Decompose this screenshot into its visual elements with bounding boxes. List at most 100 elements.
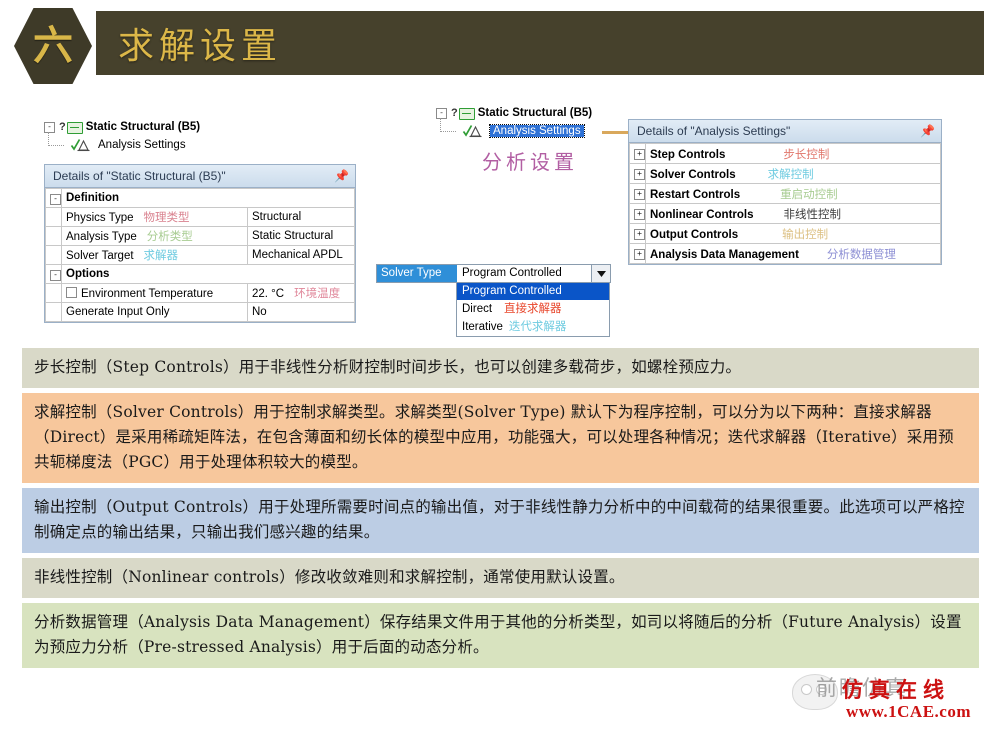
table-row[interactable]: - Options xyxy=(45,264,355,284)
collapse-icon[interactable]: - xyxy=(50,193,61,205)
setting-row-nonlinear-controls[interactable]: Nonlinear Controls 非线性控制 xyxy=(645,203,941,224)
setting-row-analysis-data-management[interactable]: Analysis Data Management 分析数据管理 xyxy=(645,243,941,264)
property-value-cell[interactable]: Structural xyxy=(247,207,355,227)
property-value: 22. °C xyxy=(252,288,285,300)
table-row[interactable]: + Solver Controls 求解控制 xyxy=(629,163,941,184)
property-value-cell[interactable]: Static Structural xyxy=(247,226,355,246)
notes-container: 步长控制（Step Controls）用于非线性分析财控制时间步长，也可以创建多… xyxy=(22,348,979,673)
property-annotation: 环境温度 xyxy=(294,288,341,300)
property-name-cell: Physics Type 物理类型 xyxy=(61,207,248,227)
dropdown-option-annotation: 直接求解器 xyxy=(504,303,562,315)
setting-annotation: 输出控制 xyxy=(782,228,829,241)
mascot-icon xyxy=(792,674,838,710)
tree-node-static-structural[interactable]: - ? Static Structural (B5) xyxy=(436,104,592,122)
row-expander-cell[interactable]: + xyxy=(629,163,646,184)
row-spacer xyxy=(45,207,62,227)
question-mark-icon: ? xyxy=(451,107,458,119)
property-annotation: 物理类型 xyxy=(143,212,190,224)
table-row[interactable]: + Nonlinear Controls 非线性控制 xyxy=(629,203,941,224)
output-controls-note: 输出控制（Output Controls）用于处理所需要时间点的输出值，对于非线… xyxy=(22,488,979,553)
row-spacer xyxy=(45,302,62,322)
tree-expander-icon[interactable]: - xyxy=(436,107,447,119)
table-row[interactable]: Environment Temperature 22. °C 环境温度 xyxy=(45,283,355,303)
chevron-down-icon[interactable] xyxy=(591,265,610,282)
property-name-cell: Environment Temperature xyxy=(61,283,248,303)
dropdown-option-direct[interactable]: Direct 直接求解器 xyxy=(457,300,609,318)
dropdown-option-label: Iterative xyxy=(462,321,503,333)
setting-label: Analysis Data Management xyxy=(650,248,799,261)
property-value-cell[interactable]: 22. °C 环境温度 xyxy=(247,283,355,303)
table-row[interactable]: Generate Input Only No xyxy=(45,302,355,322)
table-row[interactable]: + Step Controls 步长控制 xyxy=(629,143,941,164)
watermark: 前瞻仿真 仿真在线 www.1CAE.com xyxy=(786,666,996,728)
property-value-cell[interactable]: No xyxy=(247,302,355,322)
page-title: 求解设置 xyxy=(118,26,283,67)
setting-annotation: 非线性控制 xyxy=(783,208,842,221)
expand-icon[interactable]: + xyxy=(634,169,645,180)
dropdown-option-program-controlled[interactable]: Program Controlled xyxy=(457,283,609,300)
table-row[interactable]: Analysis Type 分析类型 Static Structural xyxy=(45,226,355,246)
table-row[interactable]: - Definition xyxy=(45,188,355,208)
pushpin-icon[interactable]: 📌 xyxy=(920,124,935,138)
setting-row-solver-controls[interactable]: Solver Controls 求解控制 xyxy=(645,163,941,184)
tree-node-static-structural[interactable]: - ? Static Structural (B5) xyxy=(44,118,200,136)
section-number-badge: 六 xyxy=(14,8,92,84)
table-row[interactable]: + Restart Controls 重启动控制 xyxy=(629,183,941,204)
row-expander-cell[interactable]: + xyxy=(629,223,646,244)
folder-icon xyxy=(458,107,475,120)
solver-type-control: Solver Type Program Controlled Program C… xyxy=(376,264,611,337)
table-row[interactable]: + Analysis Data Management 分析数据管理 xyxy=(629,243,941,264)
setting-annotation: 步长控制 xyxy=(783,148,830,161)
table-row[interactable]: Solver Target 求解器 Mechanical APDL xyxy=(45,245,355,265)
row-spacer xyxy=(45,283,62,303)
setting-row-restart-controls[interactable]: Restart Controls 重启动控制 xyxy=(645,183,941,204)
nonlinear-controls-note: 非线性控制（Nonlinear controls）修改收敛难则和求解控制，通常使… xyxy=(22,558,979,598)
watermark-url: www.1CAE.com xyxy=(846,702,971,721)
solver-controls-note: 求解控制（Solver Controls）用于控制求解类型。求解类型(Solve… xyxy=(22,393,979,483)
folder-icon xyxy=(66,121,83,134)
collapse-icon[interactable]: - xyxy=(50,269,61,281)
row-expander-cell[interactable]: - xyxy=(45,264,62,284)
row-expander-cell[interactable]: + xyxy=(629,243,646,264)
tree-node-label: Static Structural (B5) xyxy=(85,121,201,133)
property-label: Environment Temperature xyxy=(81,287,214,300)
question-mark-icon: ? xyxy=(59,121,66,133)
property-label: Physics Type xyxy=(66,212,134,224)
tree-guide-line xyxy=(440,131,456,132)
row-expander-cell[interactable]: - xyxy=(45,188,62,208)
table-row[interactable]: + Output Controls 输出控制 xyxy=(629,223,941,244)
tree-node-analysis-settings-selected[interactable]: Analysis Settings xyxy=(436,122,592,140)
expand-icon[interactable]: + xyxy=(634,189,645,200)
row-expander-cell[interactable]: + xyxy=(629,203,646,224)
setting-label: Step Controls xyxy=(650,148,726,161)
setting-annotation: 求解控制 xyxy=(767,168,814,181)
analysis-settings-icon xyxy=(462,124,486,138)
tree-expander-icon[interactable]: - xyxy=(44,121,55,133)
property-value-cell[interactable]: Mechanical APDL xyxy=(247,245,355,265)
tree-guide-line xyxy=(48,132,49,146)
table-row[interactable]: Physics Type 物理类型 Structural xyxy=(45,207,355,227)
expand-icon[interactable]: + xyxy=(634,229,645,240)
property-annotation: 分析类型 xyxy=(146,231,193,243)
setting-row-step-controls[interactable]: Step Controls 步长控制 xyxy=(645,143,941,164)
property-label: Solver Target xyxy=(66,250,134,262)
left-details-panel: Details of "Static Structural (B5)" 📌 - … xyxy=(44,164,356,323)
setting-row-output-controls[interactable]: Output Controls 输出控制 xyxy=(645,223,941,244)
expand-icon[interactable]: + xyxy=(634,209,645,220)
solver-type-value[interactable]: Program Controlled xyxy=(457,265,591,282)
solver-type-dropdown-list: Program Controlled Direct 直接求解器 Iterativ… xyxy=(456,283,610,337)
expand-icon[interactable]: + xyxy=(634,149,645,160)
row-spacer xyxy=(45,245,62,265)
pushpin-icon[interactable]: 📌 xyxy=(334,169,349,183)
slide-root: 六 求解设置 - ? Static Structural (B5) Analys… xyxy=(0,0,1000,730)
setting-annotation: 重启动控制 xyxy=(780,188,838,201)
solver-type-label: Solver Type xyxy=(377,265,457,282)
row-expander-cell[interactable]: + xyxy=(629,183,646,204)
setting-label: Solver Controls xyxy=(650,168,736,181)
dropdown-option-label: Direct xyxy=(462,303,493,315)
expand-icon[interactable]: + xyxy=(634,249,645,260)
row-expander-cell[interactable]: + xyxy=(629,143,646,164)
checkbox-icon[interactable] xyxy=(66,286,77,298)
tree-node-analysis-settings[interactable]: Analysis Settings xyxy=(44,136,200,154)
dropdown-option-iterative[interactable]: Iterative 迭代求解器 xyxy=(457,318,609,336)
